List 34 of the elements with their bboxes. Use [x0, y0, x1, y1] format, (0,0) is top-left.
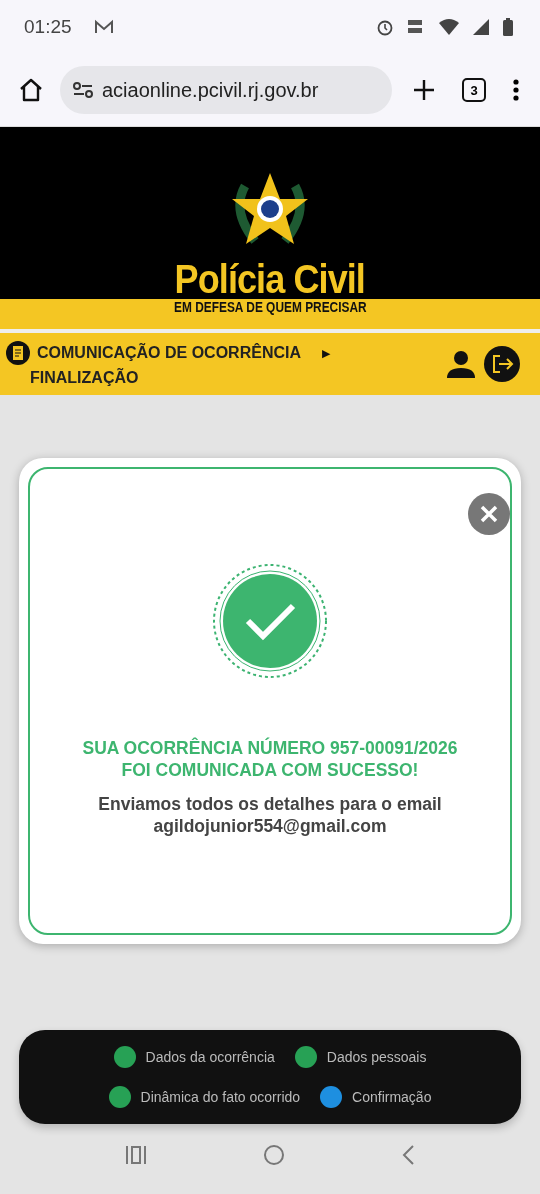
close-button[interactable] — [468, 493, 510, 535]
address-bar[interactable]: aciaonline.pcivil.rj.gov.br — [60, 66, 392, 114]
check-seal-icon — [210, 561, 330, 681]
brand-title: Polícia Civil — [174, 259, 366, 299]
signal-icon — [472, 18, 490, 36]
menu-icon[interactable] — [512, 78, 520, 102]
home-icon[interactable] — [18, 77, 44, 103]
home-circle-icon[interactable] — [263, 1144, 285, 1166]
breadcrumb-arrow: ▶ — [322, 346, 330, 360]
battery-icon — [502, 17, 514, 37]
clipboard-icon — [6, 341, 30, 365]
success-title: FOI COMUNICADA COM SUCESSO! — [121, 759, 419, 781]
breadcrumb-section: COMUNICAÇÃO DE OCORRÊNCIA — [37, 344, 301, 362]
new-tab-icon[interactable] — [412, 78, 436, 102]
success-message: Enviamos todos os detalhes para o email — [98, 793, 442, 815]
wifi-icon — [438, 18, 460, 36]
success-title: SUA OCORRÊNCIA NÚMERO 957-00091/2026 — [82, 737, 458, 759]
status-time: 01:25 — [24, 16, 72, 38]
site-settings-icon[interactable] — [72, 81, 94, 99]
mail-icon — [93, 19, 114, 35]
alarm-icon — [376, 18, 394, 36]
step-label: Confirmação — [352, 1089, 432, 1105]
tab-count-button[interactable]: 3 — [462, 78, 486, 102]
user-icon[interactable] — [446, 349, 476, 379]
recent-apps-icon[interactable] — [125, 1145, 147, 1165]
email-address: agildojunior554@gmail.com — [153, 815, 387, 837]
logout-icon[interactable] — [484, 346, 520, 382]
close-icon[interactable] — [479, 504, 499, 524]
breadcrumb-step: FINALIZAÇÃO — [6, 369, 438, 387]
brand-tagline: EM DEFESA DE QUEM PRECISAR — [173, 299, 367, 317]
back-icon[interactable] — [401, 1144, 415, 1166]
step-label: Dados da ocorrência — [145, 1049, 275, 1065]
step-label: Dados pessoais — [326, 1049, 427, 1065]
step-label: Dinâmica do fato ocorrido — [140, 1089, 301, 1105]
